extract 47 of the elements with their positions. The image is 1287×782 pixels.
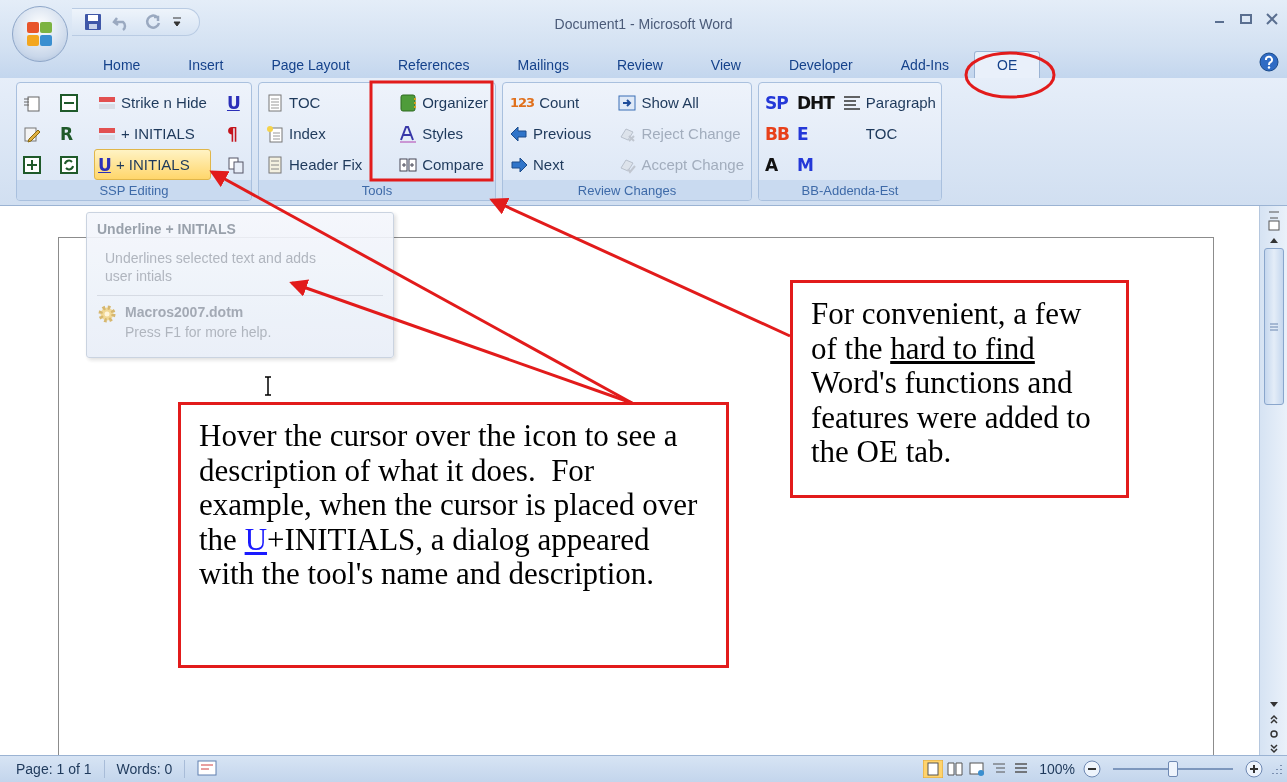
ribbon-button[interactable]: U + INITIALS <box>94 149 211 180</box>
ribbon-button[interactable]: Compare <box>395 149 492 180</box>
ribbon-tab[interactable]: Review <box>593 51 686 78</box>
glyph-button[interactable]: M <box>796 154 813 175</box>
ribbon-button[interactable]: TOC <box>262 87 367 118</box>
ribbon-tab[interactable]: View <box>687 51 764 78</box>
group-label: SSP Editing <box>17 180 251 200</box>
ribbon-button[interactable]: Previous <box>506 118 596 149</box>
group-label: Tools <box>259 180 495 200</box>
ribbon-tab[interactable]: References <box>375 51 493 78</box>
link[interactable]: U <box>244 521 267 557</box>
ribbon-button[interactable]: Styles <box>395 118 492 149</box>
glyph-button[interactable]: ¶ <box>226 123 237 144</box>
group-label: BB-Addenda-Est <box>759 180 941 200</box>
word-count[interactable]: Words: 0 <box>104 760 186 778</box>
ribbon-tab[interactable]: Developer <box>765 51 876 78</box>
ribbon-tab[interactable]: Mailings <box>494 51 592 78</box>
glyph-button[interactable]: A <box>765 154 778 175</box>
ribbon-tab[interactable]: Insert <box>165 51 247 78</box>
glyph-button[interactable]: DHT <box>796 92 834 113</box>
ribbon-button[interactable]: Paragraph <box>838 87 940 118</box>
ribbon-button[interactable]: 123 Count <box>506 87 596 118</box>
ribbon-button[interactable]: Show All <box>614 87 748 118</box>
ribbon-button[interactable]: Next <box>506 149 596 180</box>
glyph-button[interactable]: E <box>796 123 808 144</box>
ribbon-tab[interactable]: Add-Ins <box>877 51 973 78</box>
glyph-button[interactable]: SP <box>765 92 788 113</box>
ribbon-tab[interactable]: Page Layout <box>248 51 373 78</box>
ribbon-button[interactable]: Strike n Hide <box>94 87 211 118</box>
ribbon-button[interactable]: + INITIALS <box>94 118 211 149</box>
window-title: Document1 - Microsoft Word <box>554 16 733 32</box>
ribbon-button[interactable]: Header Fix <box>262 149 367 180</box>
ribbon-tab[interactable]: Home <box>80 51 164 78</box>
glyph-button[interactable]: U <box>226 92 240 113</box>
ribbon-button[interactable]: Organizer <box>395 87 492 118</box>
glyph-button[interactable]: R <box>60 123 73 144</box>
callout-text: Hover the cursor over the icon to see a description of what it does. For example, when the cursor is placed over the U+INITIALS, a dialog appeared with the tool's name and description. <box>199 419 699 592</box>
page-count[interactable]: Page: 1 of 1 <box>4 760 105 778</box>
group-label: Review Changes <box>503 180 751 200</box>
zoom-level[interactable]: 100% <box>1039 761 1075 777</box>
tooltip-title: Underline + INITIALS <box>97 221 237 237</box>
tooltip-description: Underlines selected text and adds user intials <box>105 249 317 285</box>
ribbon-button[interactable]: TOC <box>838 118 940 149</box>
callout-text: For convenient, a few of the hard to find Word's functions and features were added to the OE tab. <box>811 297 1092 470</box>
tooltip-help: Press F1 for more help. <box>125 324 272 340</box>
tooltip-source: Macros2007.dotm <box>125 304 245 320</box>
ribbon-button[interactable]: Index <box>262 118 367 149</box>
